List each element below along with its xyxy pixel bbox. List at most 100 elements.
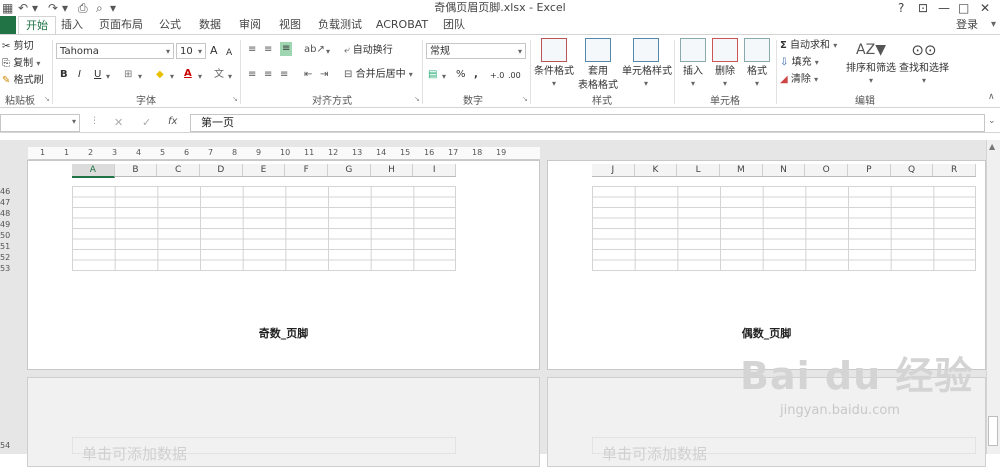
name-box[interactable]: ▾ [0, 114, 80, 132]
accounting-format-icon[interactable]: ▤ [428, 68, 437, 82]
copy-button[interactable]: ⎘ 复制 ▾ [2, 57, 40, 71]
close-button[interactable]: ✕ [980, 0, 990, 16]
row-number[interactable]: 49 [0, 219, 10, 230]
merge-center-button[interactable]: ⊟ 合并后居中 ▾ [344, 68, 413, 82]
font-launcher-icon[interactable]: ↘ [232, 95, 238, 103]
user-dropdown-icon[interactable]: ▾ [991, 16, 996, 34]
column-header[interactable]: Q [891, 164, 934, 176]
decrease-decimal-button[interactable]: .00 [508, 69, 521, 83]
column-header[interactable]: O [805, 164, 848, 176]
align-center-icon[interactable]: ≡ [264, 68, 272, 82]
column-header[interactable]: G [328, 164, 371, 176]
underline-dropdown-icon[interactable]: ▾ [106, 70, 110, 84]
accounting-dropdown-icon[interactable]: ▾ [442, 70, 446, 84]
tab-review[interactable]: 审阅 [234, 16, 266, 34]
comma-button[interactable]: , [474, 68, 478, 82]
number-launcher-icon[interactable]: ↘ [522, 95, 528, 103]
column-header[interactable]: N [763, 164, 806, 176]
borders-icon[interactable]: ⊞ [124, 68, 132, 82]
format-cells-button[interactable]: 格式 ▾ [742, 38, 772, 88]
increase-indent-icon[interactable]: ⇥ [320, 68, 328, 82]
phonetic-icon[interactable]: 文 [214, 68, 224, 82]
row-number[interactable]: 53 [0, 263, 10, 274]
row-number[interactable]: 48 [0, 208, 10, 219]
column-header[interactable]: B [115, 164, 158, 176]
row-number[interactable]: 51 [0, 241, 10, 252]
borders-dropdown-icon[interactable]: ▾ [138, 70, 142, 84]
column-header[interactable]: J [592, 164, 635, 176]
font-color-button[interactable]: A [184, 67, 192, 81]
help-button[interactable]: ? [898, 0, 904, 16]
formula-input[interactable]: 第一页 [190, 114, 985, 132]
underline-button[interactable]: U [94, 68, 101, 82]
fill-button[interactable]: ⇩ 填充 ▾ [780, 56, 819, 70]
confirm-entry-button[interactable]: ✓ [142, 116, 151, 129]
column-header[interactable]: D [200, 164, 243, 176]
number-format-combo[interactable]: 常规 ▾ [426, 43, 526, 59]
tab-acrobat[interactable]: ACROBAT [374, 16, 430, 34]
orientation-icon[interactable]: ab↗ [304, 43, 325, 57]
decrease-indent-icon[interactable]: ⇤ [304, 68, 312, 82]
collapse-ribbon-icon[interactable]: ∧ [988, 92, 995, 102]
tab-page-layout[interactable]: 页面布局 [96, 16, 146, 34]
format-painter-button[interactable]: ✎ 格式刷 [2, 74, 44, 88]
delete-cells-button[interactable]: 删除 ▾ [710, 38, 740, 88]
ribbon-display-button[interactable]: ⊡ [918, 0, 928, 16]
row-number[interactable]: 50 [0, 230, 10, 241]
print-preview-icon[interactable]: ⌕ [96, 0, 103, 16]
tab-formulas[interactable]: 公式 [154, 16, 186, 34]
column-header[interactable]: M [720, 164, 763, 176]
insert-cells-button[interactable]: 插入 ▾ [678, 38, 708, 88]
align-bottom-icon[interactable]: ≡ [280, 42, 293, 56]
conditional-format-button[interactable]: 条件格式 ▾ [534, 38, 574, 88]
tab-team[interactable]: 团队 [438, 16, 470, 34]
orientation-dropdown-icon[interactable]: ▾ [326, 45, 330, 59]
wrap-text-button[interactable]: ⤶ 自动换行 [344, 44, 393, 58]
align-middle-icon[interactable]: ≡ [264, 43, 272, 57]
clipboard-launcher-icon[interactable]: ↘ [44, 95, 50, 103]
tab-load-test[interactable]: 负载测试 [314, 16, 366, 34]
quick-print-icon[interactable]: ⎙ [78, 0, 88, 16]
column-header[interactable]: K [635, 164, 678, 176]
column-header[interactable]: C [157, 164, 200, 176]
row-number[interactable]: 54 [0, 440, 10, 451]
vertical-scrollbar[interactable] [986, 140, 1000, 454]
column-header[interactable]: I [413, 164, 456, 176]
footer-even-text[interactable]: 偶数_页脚 [547, 325, 986, 341]
find-select-button[interactable]: ⊙⊙ 查找和选择 ▾ [898, 38, 950, 85]
row-number[interactable]: 46 [0, 186, 10, 197]
insert-function-button[interactable]: fx [168, 116, 177, 127]
column-header[interactable]: H [371, 164, 414, 176]
undo-icon[interactable]: ↶ [18, 0, 28, 16]
tab-home[interactable]: 开始 [18, 16, 56, 35]
font-name-combo[interactable]: Tahoma ▾ [56, 43, 174, 59]
column-header[interactable]: R [933, 164, 976, 176]
decrease-font-button[interactable]: A [226, 46, 232, 60]
file-tab[interactable] [0, 16, 16, 34]
row-number[interactable]: 47 [0, 197, 10, 208]
increase-decimal-button[interactable]: +.0 [490, 69, 504, 83]
increase-font-button[interactable]: A [210, 44, 218, 58]
font-size-combo[interactable]: 10 ▾ [176, 43, 206, 59]
sort-filter-button[interactable]: AZ▼ 排序和筛选 ▾ [846, 38, 896, 85]
bold-button[interactable]: B [60, 68, 68, 82]
customize-quick-access-icon[interactable]: ▾ [110, 0, 116, 16]
tab-insert[interactable]: 插入 [56, 16, 88, 34]
align-top-icon[interactable]: ≡ [248, 43, 256, 57]
expand-formula-bar-icon[interactable]: ⌄ [988, 116, 996, 126]
align-left-icon[interactable]: ≡ [248, 68, 256, 82]
autosum-button[interactable]: Σ 自动求和 ▾ [780, 39, 837, 53]
clear-button[interactable]: ◢ 清除 ▾ [780, 73, 818, 87]
column-header[interactable]: E [243, 164, 286, 176]
tab-data[interactable]: 数据 [194, 16, 226, 34]
redo-dropdown-icon[interactable]: ▾ [62, 0, 68, 16]
fill-color-icon[interactable]: ◆ [156, 68, 164, 82]
cell-grid-right[interactable] [592, 186, 976, 271]
column-header[interactable]: L [677, 164, 720, 176]
fill-color-dropdown-icon[interactable]: ▾ [170, 70, 174, 84]
column-header[interactable]: F [285, 164, 328, 176]
maximize-button[interactable]: □ [958, 0, 969, 16]
column-header[interactable]: A [72, 164, 115, 178]
cancel-entry-button[interactable]: ✕ [114, 116, 123, 129]
percent-button[interactable]: % [456, 68, 466, 82]
